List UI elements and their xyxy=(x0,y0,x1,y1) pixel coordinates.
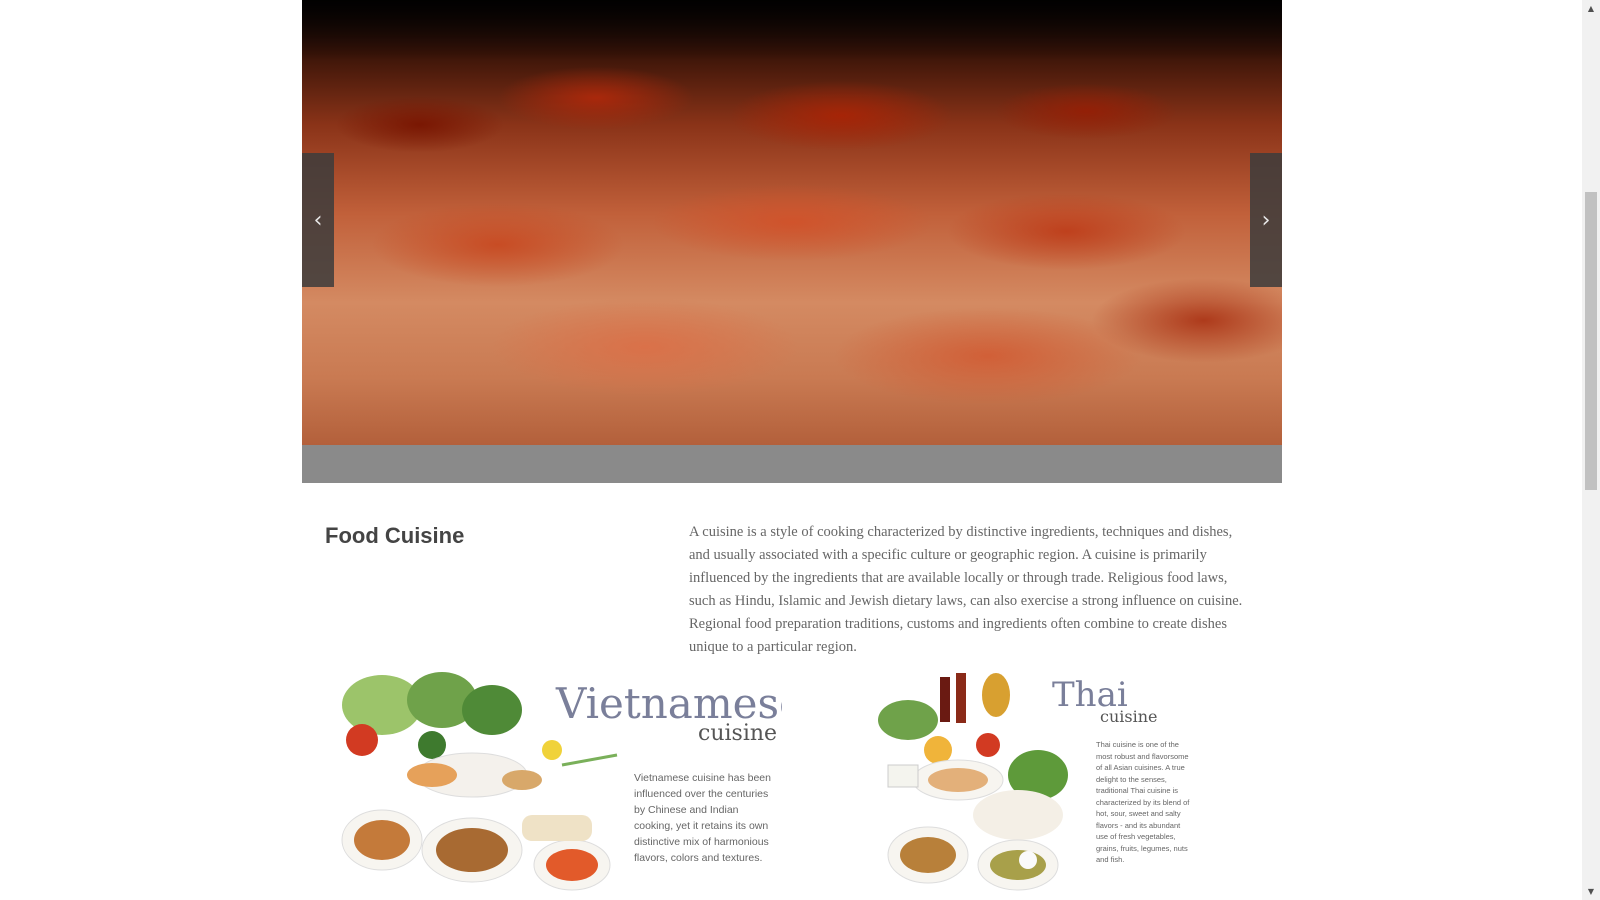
scrollbar-thumb[interactable] xyxy=(1585,192,1597,490)
triangle-down-icon: ▼ xyxy=(1587,887,1595,896)
scroll-up-button[interactable]: ▲ xyxy=(1582,0,1600,17)
thai-card-subtitle: cuisine xyxy=(1100,707,1158,726)
vietnamese-card-description: Vietnamese cuisine has been influenced o… xyxy=(634,772,771,864)
slider-next-button[interactable]: › xyxy=(1250,153,1282,287)
page: ‹ › Food Cuisine A cuisine is a style of… xyxy=(0,0,1582,900)
slider-caption-bar xyxy=(302,445,1282,483)
thai-card-description: Thai cuisine is one of the most robust a… xyxy=(1096,740,1190,864)
chevron-right-icon: › xyxy=(1261,207,1271,233)
slider-prev-button[interactable]: ‹ xyxy=(302,153,334,287)
vietnamese-cuisine-card[interactable]: Vietnamese cuisine Vietnamese cuisine ha… xyxy=(322,665,782,900)
vietnamese-card-subtitle: cuisine xyxy=(698,721,778,746)
slide-image-pizza xyxy=(302,0,1282,60)
chevron-left-icon: ‹ xyxy=(313,207,323,233)
page-scrollbar[interactable]: ▲ ▼ xyxy=(1582,0,1600,900)
thai-cuisine-card[interactable]: Thai cuisine Thai cuisine is one of the … xyxy=(868,665,1198,900)
section-title: Food Cuisine xyxy=(325,523,465,548)
triangle-up-icon: ▲ xyxy=(1587,4,1595,13)
section-description: A cuisine is a style of cooking characte… xyxy=(689,524,1243,655)
scroll-down-button[interactable]: ▼ xyxy=(1582,883,1600,900)
image-slider: ‹ › xyxy=(302,0,1282,445)
